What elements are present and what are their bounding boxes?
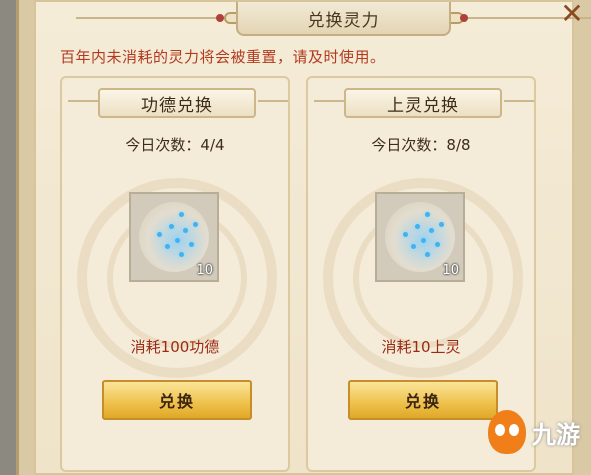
merit-exchange-card: 功德兑换 今日次数：4/4 10 消耗100功德 兑换 [60,76,290,472]
reset-notice: 百年内未消耗的灵力将会被重置，请及时使用。 [60,48,386,66]
spirit-item-slot[interactable]: 10 [375,192,465,282]
spirit-item-slot[interactable]: 10 [129,192,219,282]
header-ornament [314,100,344,102]
item-quantity: 10 [442,263,459,278]
daily-count: 今日次数：8/8 [371,136,471,154]
exchange-cost: 消耗10上灵 [381,338,461,356]
exchange-button[interactable]: 兑换 [348,380,498,420]
exchange-cost: 消耗100功德 [130,338,220,356]
mascot-logo-icon [488,410,526,454]
title-pin [460,14,468,22]
title-ornament-line [76,17,224,19]
card-title: 功德兑换 [98,88,256,118]
spirit-orb-icon [139,202,209,272]
watermark-text: 九游 [532,420,580,449]
spirit-orb-icon [385,202,455,272]
site-watermark: 九游 [488,402,588,462]
header-ornament [504,100,534,102]
header-ornament [68,100,98,102]
dialog-title: 兑换灵力 [236,2,451,36]
header-ornament [258,100,288,102]
daily-count: 今日次数：4/4 [125,136,225,154]
exchange-button[interactable]: 兑换 [102,380,252,420]
card-title: 上灵兑换 [344,88,502,118]
close-button[interactable]: ✕ [556,0,588,28]
title-pin [216,14,224,22]
item-quantity: 10 [196,263,213,278]
